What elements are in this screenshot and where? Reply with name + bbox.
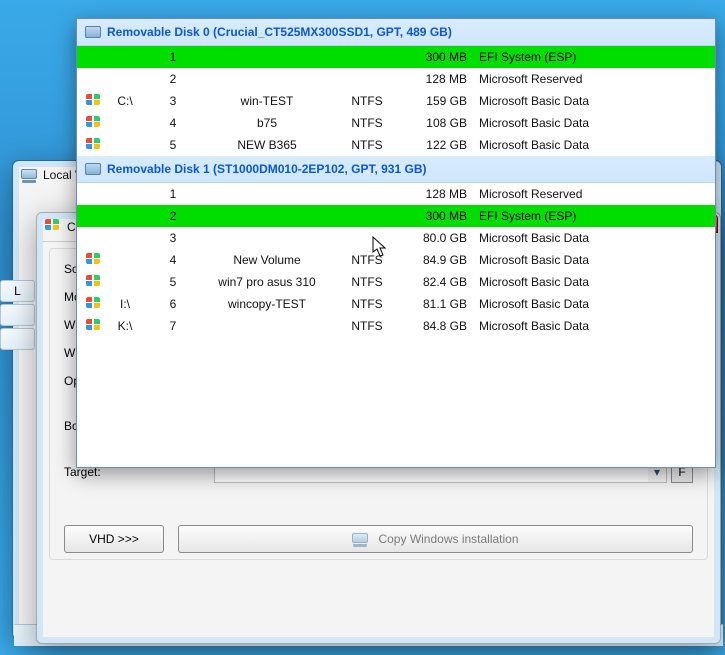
partition-type: Microsoft Basic Data [467,116,707,130]
partition-fs: NTFS [337,275,397,289]
partition-size: 300 MB [397,50,467,64]
left-stub-button-1[interactable]: L [0,280,35,302]
partition-size: 128 MB [397,187,467,201]
partition-type: Microsoft Basic Data [467,253,707,267]
partition-label: wincopy-TEST [197,297,337,311]
partition-type: Microsoft Basic Data [467,319,707,333]
partition-row[interactable]: 2 128 MBMicrosoft Reserved [77,68,715,90]
partition-number: 6 [149,297,197,311]
partition-label: NEW B365 [197,138,337,152]
partition-fs: NTFS [337,138,397,152]
partition-size: 108 GB [397,116,467,130]
disk-title: Removable Disk 0 (Crucial_CT525MX300SSD1… [107,25,452,39]
partition-size: 82.4 GB [397,275,467,289]
os-flag-icon [85,297,101,311]
partition-type: Microsoft Reserved [467,72,707,86]
partition-size: 84.9 GB [397,253,467,267]
partition-number: 4 [149,116,197,130]
partition-size: 159 GB [397,94,467,108]
partition-row[interactable]: 4b75NTFS108 GBMicrosoft Basic Data [77,112,715,134]
partition-fs: NTFS [337,116,397,130]
partition-label: win-TEST [197,94,337,108]
partition-size: 128 MB [397,72,467,86]
partition-number: 3 [149,94,197,108]
disk-title: Removable Disk 1 (ST1000DM010-2EP102, GP… [107,162,426,176]
partition-number: 7 [149,319,197,333]
disk-icon [352,531,368,547]
drive-letter: I:\ [101,297,149,311]
partition-number: 1 [149,50,197,64]
os-flag-icon [85,319,101,333]
os-flag-icon [85,116,101,130]
partition-row[interactable]: 4New VolumeNTFS84.9 GBMicrosoft Basic Da… [77,249,715,271]
partition-size: 300 MB [397,209,467,223]
drive-letter: K:\ [101,319,149,333]
partition-row[interactable]: 2 300 MBEFI System (ESP) [77,205,715,227]
partition-row[interactable]: K:\7 NTFS84.8 GBMicrosoft Basic Data [77,315,715,337]
partition-row[interactable]: I:\6wincopy-TESTNTFS81.1 GBMicrosoft Bas… [77,293,715,315]
partition-type: Microsoft Basic Data [467,297,707,311]
copy-windows-button[interactable]: Copy Windows installation [178,525,693,553]
partition-type: Microsoft Basic Data [467,275,707,289]
partition-row[interactable]: 5NEW B365NTFS122 GBMicrosoft Basic Data [77,134,715,156]
drive-letter: C:\ [101,94,149,108]
os-flag-icon [85,275,101,289]
partition-row[interactable]: C:\3win-TESTNTFS159 GBMicrosoft Basic Da… [77,90,715,112]
disk-header[interactable]: Removable Disk 1 (ST1000DM010-2EP102, GP… [77,156,715,183]
partition-number: 2 [149,209,197,223]
partition-size: 80.0 GB [397,231,467,245]
partition-fs: NTFS [337,319,397,333]
partition-number: 3 [149,231,197,245]
vhd-button[interactable]: VHD >>> [64,525,164,553]
partition-number: 2 [149,72,197,86]
partition-label: New Volume [197,253,337,267]
disk-icon [85,26,101,38]
partition-type: EFI System (ESP) [467,209,707,223]
disk-header[interactable]: Removable Disk 0 (Crucial_CT525MX300SSD1… [77,19,715,46]
os-flag-icon [85,253,101,267]
partition-size: 84.8 GB [397,319,467,333]
disk-icon [85,163,101,175]
partition-type: Microsoft Reserved [467,187,707,201]
partition-row[interactable]: 1 128 MBMicrosoft Reserved [77,183,715,205]
os-flag-icon [85,138,101,152]
partition-row[interactable]: 3 80.0 GBMicrosoft Basic Data [77,227,715,249]
partition-type: Microsoft Basic Data [467,138,707,152]
partition-type: EFI System (ESP) [467,50,707,64]
computer-icon [21,167,37,183]
partition-label: b75 [197,116,337,130]
partition-fs: NTFS [337,297,397,311]
left-stub-button-3[interactable] [0,328,35,350]
app-icon [45,219,61,235]
partition-number: 4 [149,253,197,267]
copy-windows-label: Copy Windows installation [378,526,518,552]
partition-row[interactable]: 1 300 MBEFI System (ESP) [77,46,715,68]
os-flag-icon [85,94,101,108]
partition-type: Microsoft Basic Data [467,231,707,245]
partition-fs: NTFS [337,94,397,108]
disk-selection-popup: Removable Disk 0 (Crucial_CT525MX300SSD1… [76,18,716,468]
partition-fs: NTFS [337,253,397,267]
partition-number: 5 [149,138,197,152]
partition-size: 122 GB [397,138,467,152]
partition-number: 1 [149,187,197,201]
partition-row[interactable]: 5win7 pro asus 310NTFS82.4 GBMicrosoft B… [77,271,715,293]
partition-label: win7 pro asus 310 [197,275,337,289]
partition-size: 81.1 GB [397,297,467,311]
partition-type: Microsoft Basic Data [467,94,707,108]
left-stub-button-2[interactable] [0,304,35,326]
partition-number: 5 [149,275,197,289]
